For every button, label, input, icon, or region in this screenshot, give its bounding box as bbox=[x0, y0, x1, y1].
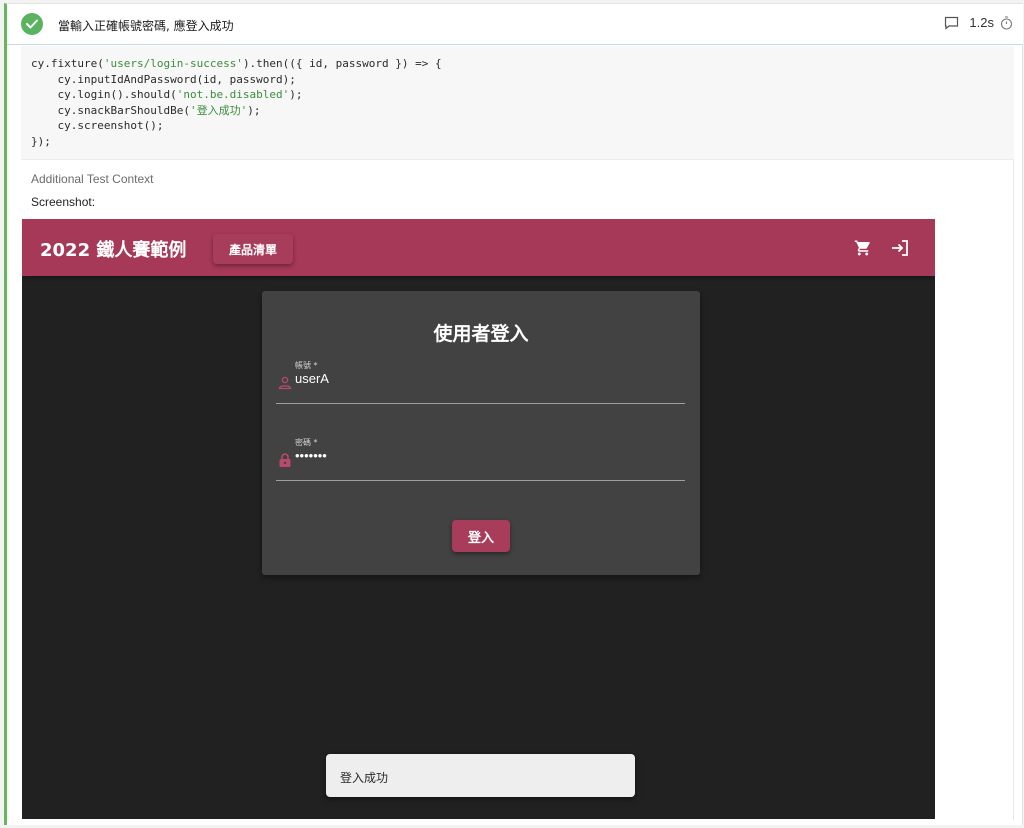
shopping-cart-icon[interactable] bbox=[854, 239, 872, 257]
login-icon[interactable] bbox=[890, 239, 910, 257]
pass-check-icon bbox=[21, 13, 43, 35]
code-string: '登入成功' bbox=[189, 103, 248, 117]
context-label: Additional Test Context bbox=[31, 172, 154, 186]
code-line: cy.inputIdAndPassword(id, password); bbox=[31, 72, 1004, 88]
screenshot-image[interactable]: 2022 鐵人賽範例 產品清單 使用者登入 帳號 * userA 密碼 * ••… bbox=[22, 219, 935, 819]
test-title: 當輸入正確帳號密碼, 應登入成功 bbox=[58, 19, 234, 33]
code-line: cy.fixture('users/login-success').then((… bbox=[31, 56, 1004, 72]
report-frame: 當輸入正確帳號密碼, 應登入成功 1.2s cy.fixture('users/… bbox=[0, 0, 1024, 828]
code-line: cy.screenshot(); bbox=[31, 118, 1004, 134]
test-duration: 1.2s bbox=[969, 15, 994, 30]
code-line: cy.snackBarShouldBe('登入成功'); bbox=[31, 103, 1004, 119]
code-token: cy.inputIdAndPassword(id, password); bbox=[31, 72, 296, 86]
app-toolbar: 2022 鐵人賽範例 產品清單 bbox=[22, 219, 935, 276]
code-token: }); bbox=[31, 134, 51, 148]
account-field[interactable]: 帳號 * userA bbox=[276, 360, 685, 404]
code-token: cy.snackBarShouldBe( bbox=[31, 103, 190, 117]
code-string: 'not.be.disabled' bbox=[176, 88, 290, 101]
login-card: 使用者登入 帳號 * userA 密碼 * ••••••• 登入 bbox=[262, 291, 700, 575]
app-brand: 2022 鐵人賽範例 bbox=[40, 240, 187, 261]
login-title: 使用者登入 bbox=[433, 323, 529, 345]
lock-icon bbox=[279, 453, 291, 467]
test-meta: 1.2s bbox=[944, 15, 1013, 30]
snackbar-message: 登入成功 bbox=[326, 754, 635, 797]
password-input[interactable]: ••••••• bbox=[295, 448, 327, 463]
test-header[interactable]: 當輸入正確帳號密碼, 應登入成功 1.2s bbox=[7, 4, 1023, 45]
code-token: ).then(({ id, password }) => { bbox=[242, 57, 442, 70]
test-result-card: 當輸入正確帳號密碼, 應登入成功 1.2s cy.fixture('users/… bbox=[4, 3, 1023, 825]
code-token: cy.fixture( bbox=[31, 57, 104, 70]
test-code-block: cy.fixture('users/login-success').then((… bbox=[21, 46, 1014, 160]
code-token: cy.login().should( bbox=[31, 88, 177, 101]
product-list-button[interactable]: 產品清單 bbox=[213, 234, 293, 264]
code-token: cy.screenshot(); bbox=[31, 119, 164, 132]
code-string: 'users/login-success' bbox=[103, 57, 243, 70]
password-field[interactable]: 密碼 * ••••••• bbox=[276, 437, 685, 481]
person-icon bbox=[278, 376, 292, 390]
account-label: 帳號 * bbox=[295, 361, 318, 370]
code-token: ); bbox=[289, 88, 303, 101]
code-token: ); bbox=[247, 103, 261, 117]
screenshot-label: Screenshot: bbox=[31, 195, 96, 209]
code-line: cy.login().should('not.be.disabled'); bbox=[31, 87, 1004, 103]
code-line: }); bbox=[31, 134, 1004, 150]
comment-icon[interactable] bbox=[944, 16, 959, 30]
stopwatch-icon bbox=[1000, 15, 1013, 30]
password-label: 密碼 * bbox=[295, 438, 318, 447]
login-button[interactable]: 登入 bbox=[452, 520, 510, 552]
account-input[interactable]: userA bbox=[295, 371, 329, 386]
